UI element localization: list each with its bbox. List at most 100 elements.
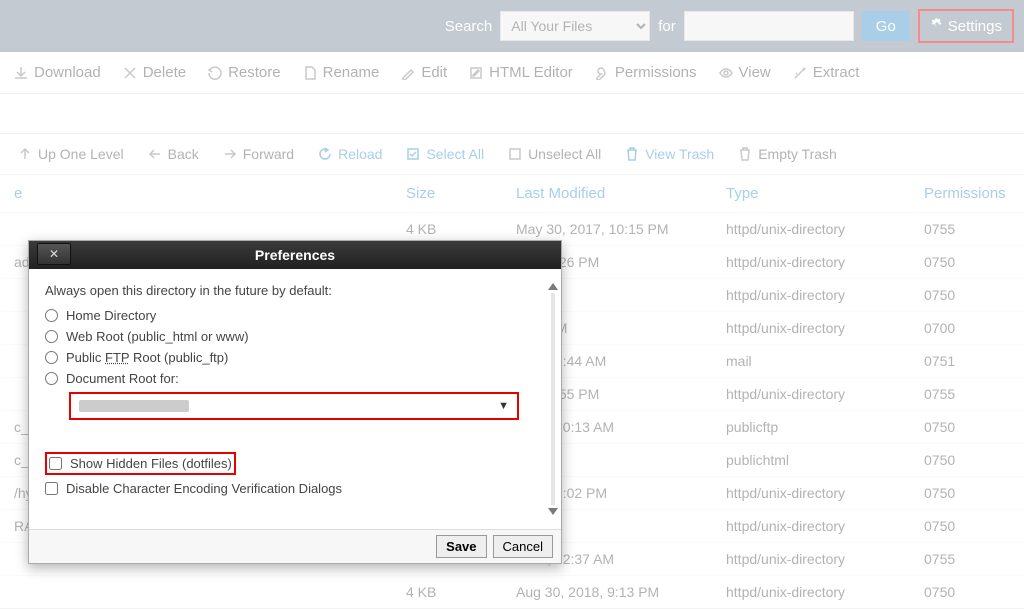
extract-button[interactable]: Extract [793,64,860,81]
dialog-footer: Save Cancel [29,529,561,563]
dialog-body: Always open this directory in the future… [29,269,561,529]
toolbar-label: Download [34,64,101,81]
nav-empty-trash[interactable]: Empty Trash [738,146,837,162]
permissions-button[interactable]: Permissions [595,64,697,81]
toolbar-label: Edit [421,64,447,81]
nav-forward[interactable]: Forward [223,146,294,162]
arrow-right-icon [223,147,237,161]
docroot-value-blurred [79,400,189,412]
col-header-permissions[interactable]: Permissions [916,175,1024,213]
nav-label: Unselect All [528,146,601,162]
file-actions-toolbar: Download Delete Restore Rename Edit HTML Edit… [0,52,1024,94]
htmleditor-button[interactable]: HTML Editor [469,64,573,81]
toolbar-label: Delete [143,64,186,81]
search-scope-select[interactable]: All Your Files [500,11,650,41]
checkbox-label-disable-encoding: Disable Character Encoding Verification … [66,481,342,496]
settings-button[interactable]: Settings [918,9,1014,43]
cell-modified: Aug 30, 2018, 9:13 PM [508,576,718,609]
toolbar-label: Extract [813,64,860,81]
close-icon[interactable]: ✕ [37,243,71,265]
restore-button[interactable]: Restore [208,64,281,81]
toolbar-label: Restore [228,64,281,81]
nav-reload[interactable]: Reload [318,146,382,162]
search-go-button[interactable]: Go [862,11,910,41]
docroot-domain-select[interactable]: ▼ [69,392,519,420]
pencil-icon [401,66,415,80]
nav-up-one-level[interactable]: Up One Level [18,146,124,162]
nav-select-all[interactable]: Select All [406,146,484,162]
nav-label: Up One Level [38,146,124,162]
cell-type: publicftp [718,411,916,444]
scroll-down-icon[interactable] [548,508,558,515]
download-button[interactable]: Download [14,64,101,81]
delete-button[interactable]: Delete [123,64,186,81]
toolbar-label: Permissions [615,64,697,81]
cell-permissions: 0750 [916,477,1024,510]
checkbox-disable-encoding-dialogs[interactable] [45,482,58,495]
eye-icon [719,66,733,80]
cell-type: httpd/unix-directory [718,576,916,609]
trash-icon [738,147,752,161]
nav-label: Empty Trash [758,146,837,162]
scroll-track[interactable] [551,293,555,505]
cell-permissions: 0755 [916,378,1024,411]
arrow-left-icon [148,147,162,161]
col-header-size[interactable]: Size [398,175,508,213]
nav-view-trash[interactable]: View Trash [625,146,714,162]
radio-web-root[interactable] [45,330,58,343]
toolbar-label: HTML Editor [489,64,573,81]
cell-permissions: 0750 [916,411,1024,444]
key-icon [595,66,609,80]
col-header-type[interactable]: Type [718,175,916,213]
spacer-row [0,94,1024,134]
gear-icon [930,17,944,35]
arrow-up-icon [18,147,32,161]
cell-size: 4 KB [398,576,508,609]
cell-permissions: 0750 [916,576,1024,609]
toolbar-label: Rename [323,64,380,81]
download-icon [14,66,28,80]
cell-permissions: 0755 [916,543,1024,576]
file-icon [303,66,317,80]
edit-square-icon [469,66,483,80]
radio-home-directory[interactable] [45,309,58,322]
cell-permissions: 0750 [916,444,1024,477]
search-for-label: for [658,18,676,35]
cell-permissions: 0750 [916,510,1024,543]
dialog-header: ✕ Preferences [29,241,561,269]
edit-button[interactable]: Edit [401,64,447,81]
nav-label: Forward [243,146,294,162]
view-button[interactable]: View [719,64,771,81]
nav-label: View Trash [645,146,714,162]
cell-permissions: 0750 [916,246,1024,279]
search-input[interactable] [684,11,854,41]
cell-type: httpd/unix-directory [718,213,916,246]
cell-type: mail [718,345,916,378]
cell-type: httpd/unix-directory [718,543,916,576]
nav-label: Reload [338,146,382,162]
prefs-intro-text: Always open this directory in the future… [45,283,545,298]
col-header-modified[interactable]: Last Modified [508,175,718,213]
cell-permissions: 0755 [916,213,1024,246]
checkbox-label-show-hidden: Show Hidden Files (dotfiles) [70,456,232,471]
nav-label: Back [168,146,199,162]
radio-label-home: Home Directory [66,308,156,323]
save-button[interactable]: Save [436,535,486,558]
scroll-up-icon[interactable] [548,283,558,290]
undo-icon [208,66,222,80]
cell-type: httpd/unix-directory [718,378,916,411]
radio-document-root[interactable] [45,372,58,385]
chevron-down-icon: ▼ [498,400,509,412]
toolbar-label: View [739,64,771,81]
square-icon [508,147,522,161]
cell-type: httpd/unix-directory [718,312,916,345]
radio-public-ftp[interactable] [45,351,58,364]
col-header-name[interactable]: e [0,175,398,213]
checkbox-show-hidden-files[interactable] [49,457,62,470]
dialog-scrollbar[interactable] [547,283,559,515]
nav-unselect-all[interactable]: Unselect All [508,146,601,162]
cancel-button[interactable]: Cancel [493,535,553,558]
table-row[interactable]: 4 KBAug 30, 2018, 9:13 PMhttpd/unix-dire… [0,576,1024,609]
rename-button[interactable]: Rename [303,64,380,81]
nav-back[interactable]: Back [148,146,199,162]
